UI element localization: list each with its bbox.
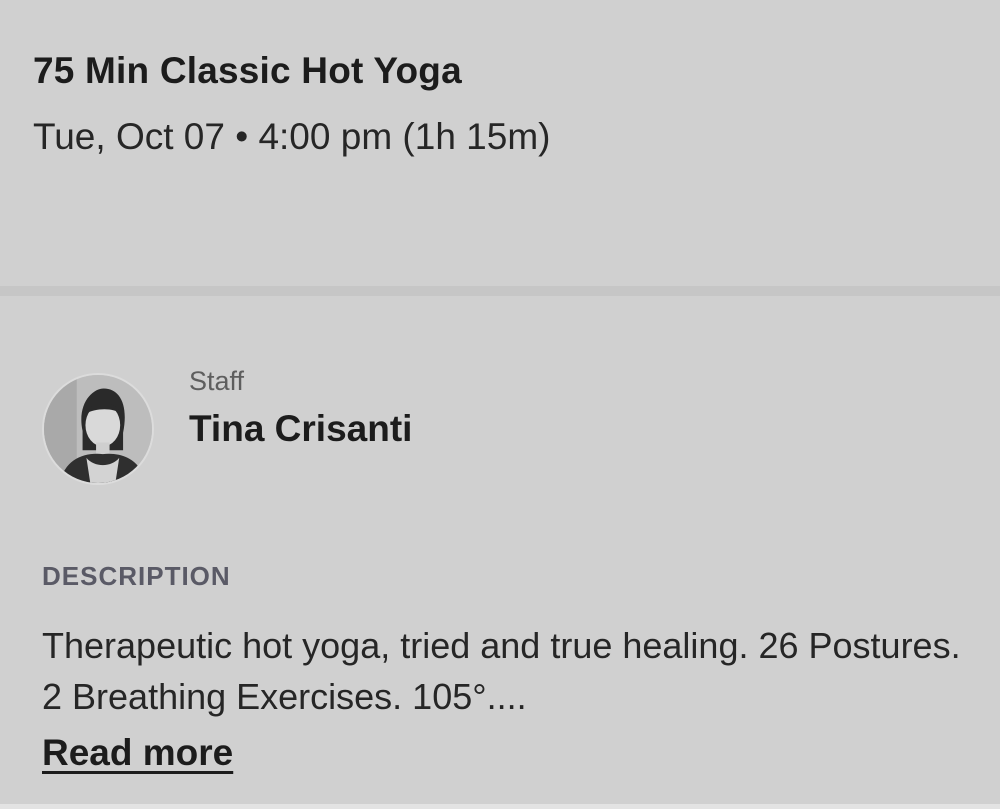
bottom-edge (0, 804, 1000, 809)
avatar[interactable] (42, 373, 154, 485)
staff-photo-icon (44, 375, 152, 483)
class-datetime: Tue, Oct 07 • 4:00 pm (1h 15m) (33, 116, 551, 157)
description-text: Therapeutic hot yoga, tried and true hea… (42, 625, 961, 717)
class-header: 75 Min Classic Hot Yoga Tue, Oct 07 • 4:… (0, 0, 1000, 286)
description-heading: DESCRIPTION (42, 561, 231, 591)
class-title: 75 Min Classic Hot Yoga (33, 50, 462, 91)
read-more-link[interactable]: Read more (42, 732, 233, 774)
section-divider (0, 286, 1000, 296)
staff-card[interactable]: Staff Tina Crisanti (0, 296, 1000, 496)
staff-name[interactable]: Tina Crisanti (189, 408, 412, 450)
staff-role-label: Staff (189, 366, 245, 396)
